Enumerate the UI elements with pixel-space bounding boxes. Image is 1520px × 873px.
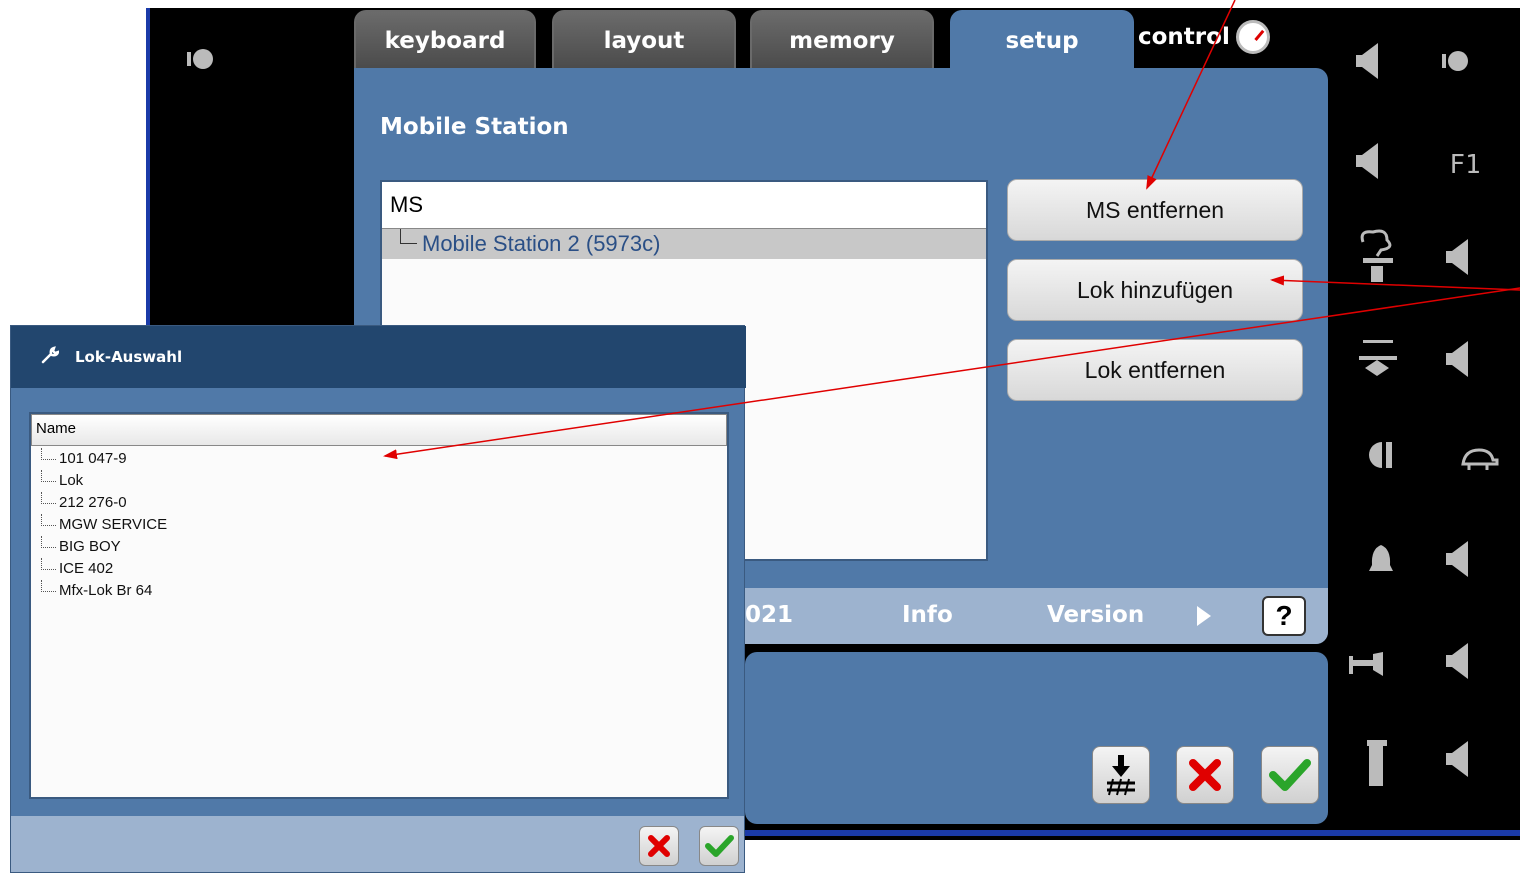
lower-panel — [745, 652, 1328, 824]
list-item[interactable]: Lok — [31, 470, 727, 492]
speaker-icon[interactable] — [1432, 636, 1482, 686]
tree-branch-icon — [41, 492, 56, 504]
ms-list-header: MS — [382, 182, 986, 229]
tree-branch-icon — [41, 536, 56, 548]
close-icon — [648, 835, 670, 857]
list-item-label: Lok — [59, 472, 84, 489]
info-link[interactable]: Info — [902, 602, 953, 628]
horn-icon[interactable] — [1342, 640, 1392, 690]
ms-remove-button[interactable]: MS entfernen — [1007, 179, 1303, 241]
list-item-label: 212 276-0 — [59, 494, 127, 511]
speaker-icon[interactable] — [1432, 734, 1482, 784]
list-item-label: MGW SERVICE — [59, 516, 168, 533]
lok-add-button[interactable]: Lok hinzufügen — [1007, 259, 1303, 321]
tab-layout[interactable]: layout — [552, 10, 736, 70]
dialog-title-bar: Lok-Auswahl — [11, 326, 746, 388]
list-item[interactable]: 212 276-0 — [31, 492, 727, 514]
lok-selection-dialog: Lok-Auswahl Name 101 047-9 Lok 212 276-0… — [10, 325, 746, 873]
play-icon[interactable] — [1197, 606, 1211, 632]
dialog-cancel-button[interactable] — [639, 826, 679, 866]
turtle-icon[interactable] — [1454, 434, 1504, 484]
tree-branch-icon — [41, 514, 56, 526]
tab-memory[interactable]: memory — [750, 10, 934, 70]
lok-list[interactable]: Name 101 047-9 Lok 212 276-0 MGW SERVICE… — [29, 412, 729, 799]
speaker-icon[interactable] — [1432, 232, 1482, 282]
lok-remove-button[interactable]: Lok entfernen — [1007, 339, 1303, 401]
speaker-icon[interactable] — [1342, 36, 1392, 86]
list-item[interactable]: MGW SERVICE — [31, 514, 727, 536]
tab-control[interactable]: control — [1138, 12, 1270, 62]
help-button[interactable]: ? — [1262, 596, 1306, 636]
cancel-button[interactable] — [1176, 746, 1234, 804]
speaker-icon[interactable] — [1342, 136, 1392, 186]
list-item[interactable]: Mfx-Lok Br 64 — [31, 580, 727, 602]
speaker-icon[interactable] — [1432, 534, 1482, 584]
wrench-icon — [41, 346, 60, 368]
panel-title: Mobile Station — [380, 114, 569, 140]
list-item-label: Mobile Station 2 (5973c) — [422, 231, 661, 256]
list-item-label: ICE 402 — [59, 560, 114, 577]
speaker-icon[interactable] — [1432, 334, 1482, 384]
tree-branch-icon — [41, 558, 56, 570]
half-light-icon[interactable] — [1356, 430, 1406, 480]
close-icon — [1189, 759, 1221, 791]
status-left-text: 021 — [745, 602, 794, 628]
status-bar: 021 Info Version — [745, 588, 1328, 644]
list-item-label: BIG BOY — [59, 538, 121, 555]
dialog-ok-button[interactable] — [699, 826, 739, 866]
checkmark-icon — [1269, 759, 1311, 791]
f1-icon[interactable]: F1 — [1440, 140, 1490, 190]
list-item[interactable]: Mobile Station 2 (5973c) — [382, 229, 986, 259]
list-item[interactable]: ICE 402 — [31, 558, 727, 580]
confirm-button[interactable] — [1261, 746, 1319, 804]
lok-list-column-header[interactable]: Name — [31, 414, 727, 446]
dialog-title: Lok-Auswahl — [75, 348, 183, 366]
light-icon[interactable] — [1430, 36, 1480, 86]
device-frame-edge — [146, 8, 150, 338]
list-item-label: Mfx-Lok Br 64 — [59, 582, 153, 599]
tab-control-label: control — [1138, 24, 1230, 50]
list-item-label: 101 047-9 — [59, 450, 127, 467]
tab-setup[interactable]: setup — [950, 10, 1134, 70]
cab-light-icon[interactable] — [1352, 336, 1402, 386]
list-item[interactable]: BIG BOY — [31, 536, 727, 558]
device-frame-bottom — [745, 830, 1520, 836]
list-item[interactable]: 101 047-9 — [31, 448, 727, 470]
tree-branch-icon — [41, 470, 56, 482]
bell-icon[interactable] — [1356, 536, 1406, 586]
tree-branch-icon — [400, 229, 417, 244]
dialog-footer — [11, 816, 744, 872]
version-link[interactable]: Version — [1047, 602, 1144, 628]
tab-keyboard[interactable]: keyboard — [354, 10, 536, 70]
track-download-icon — [1107, 755, 1135, 796]
tree-branch-icon — [41, 580, 56, 592]
light-icon[interactable] — [175, 34, 225, 84]
door-icon[interactable] — [1352, 738, 1402, 788]
checkmark-icon — [705, 835, 734, 857]
tree-branch-icon — [41, 448, 56, 460]
speedometer-icon — [1235, 20, 1270, 54]
smoke-generator-icon[interactable] — [1352, 229, 1402, 282]
track-download-button[interactable] — [1092, 746, 1150, 804]
